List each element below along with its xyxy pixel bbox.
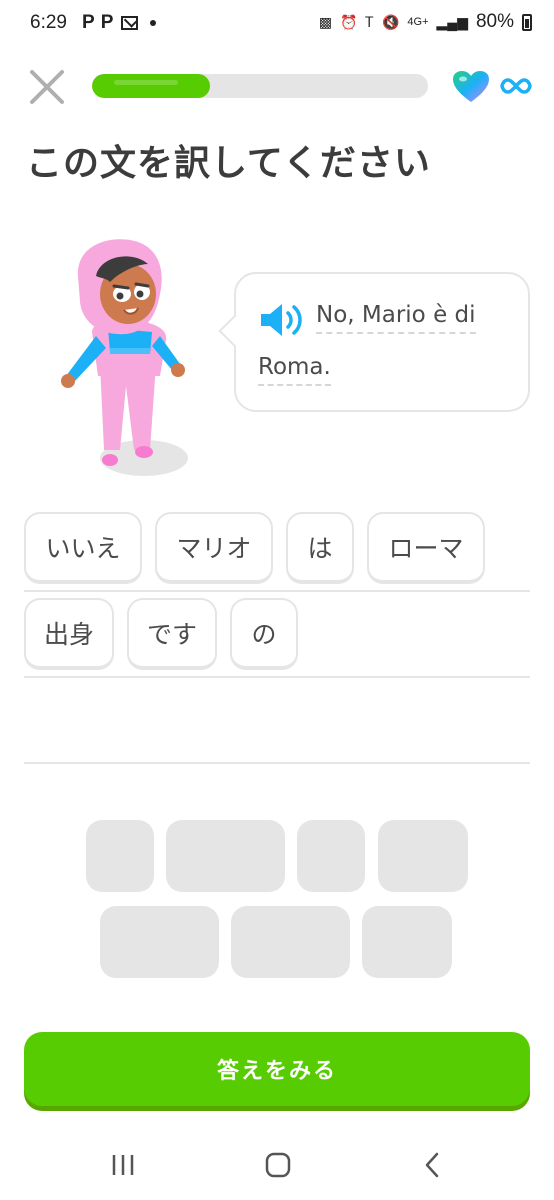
progress-shine	[114, 80, 178, 85]
prompt-sentence-line-2[interactable]: Roma.	[258, 354, 331, 386]
infinity-icon	[500, 78, 532, 94]
system-icons: ▩ ⏰ Ꭲ 🔇 4G+ ▂▄▆ 80%	[319, 11, 532, 33]
system-navigation-bar	[0, 1130, 554, 1200]
speech-bubble-tail	[218, 315, 250, 347]
answer-tile[interactable]: マリオ	[155, 512, 273, 584]
character-illustration	[61, 239, 188, 476]
word-bank-slot	[100, 906, 219, 978]
bluetooth-icon: Ꭲ	[365, 13, 374, 30]
status-time: 6:29	[30, 12, 67, 33]
alarm-icon: ⏰	[340, 13, 358, 30]
exercise-title: この文を訳してください	[26, 143, 431, 184]
more-notifications-icon	[150, 20, 157, 26]
answer-tile[interactable]: ローマ	[367, 512, 485, 584]
prompt-sentence-line-1[interactable]: No, Mario è di	[316, 302, 476, 334]
lesson-progress-bar	[92, 74, 428, 98]
battery-icon	[522, 13, 532, 31]
battery-percent: 80%	[475, 11, 514, 32]
word-bank-slot	[166, 820, 285, 892]
word-bank-slot	[297, 820, 365, 892]
status-bar: 6:29 P P ▩ ⏰ Ꭲ 🔇 4G+ ▂▄▆ 80%	[0, 0, 554, 50]
answer-tile[interactable]: 出身	[24, 598, 114, 670]
network-type: 4G+	[407, 16, 429, 28]
answer-tile[interactable]: の	[230, 598, 298, 670]
mute-icon: 🔇	[381, 13, 400, 30]
back-icon[interactable]	[418, 1150, 448, 1180]
mail-notification-icon	[121, 16, 139, 30]
answer-line	[24, 590, 530, 592]
progress-fill	[92, 74, 210, 98]
answer-line	[24, 676, 530, 678]
speaker-icon[interactable]	[258, 300, 306, 340]
home-icon[interactable]	[263, 1150, 293, 1180]
p-notification-icon: P	[82, 12, 95, 33]
answer-line	[24, 762, 530, 764]
recent-apps-icon[interactable]	[108, 1150, 138, 1180]
close-icon[interactable]	[28, 68, 66, 106]
gradient-heart-icon[interactable]	[452, 70, 490, 104]
speech-bubble: No, Mario è di Roma.	[218, 272, 530, 412]
answer-tile[interactable]: です	[127, 598, 217, 670]
lock-icon: ▩	[318, 13, 333, 30]
word-bank-slot	[231, 906, 350, 978]
word-bank-slot	[362, 906, 452, 978]
signal-icon: ▂▄▆	[436, 13, 468, 30]
word-bank-slot	[86, 820, 154, 892]
word-bank-slot	[378, 820, 468, 892]
p-notification-icon: P	[100, 12, 114, 33]
check-answer-button[interactable]: 答えをみる	[24, 1032, 530, 1106]
notification-icons: P P	[82, 12, 157, 34]
answer-tile[interactable]: は	[286, 512, 354, 584]
answer-tile[interactable]: いいえ	[24, 512, 142, 584]
